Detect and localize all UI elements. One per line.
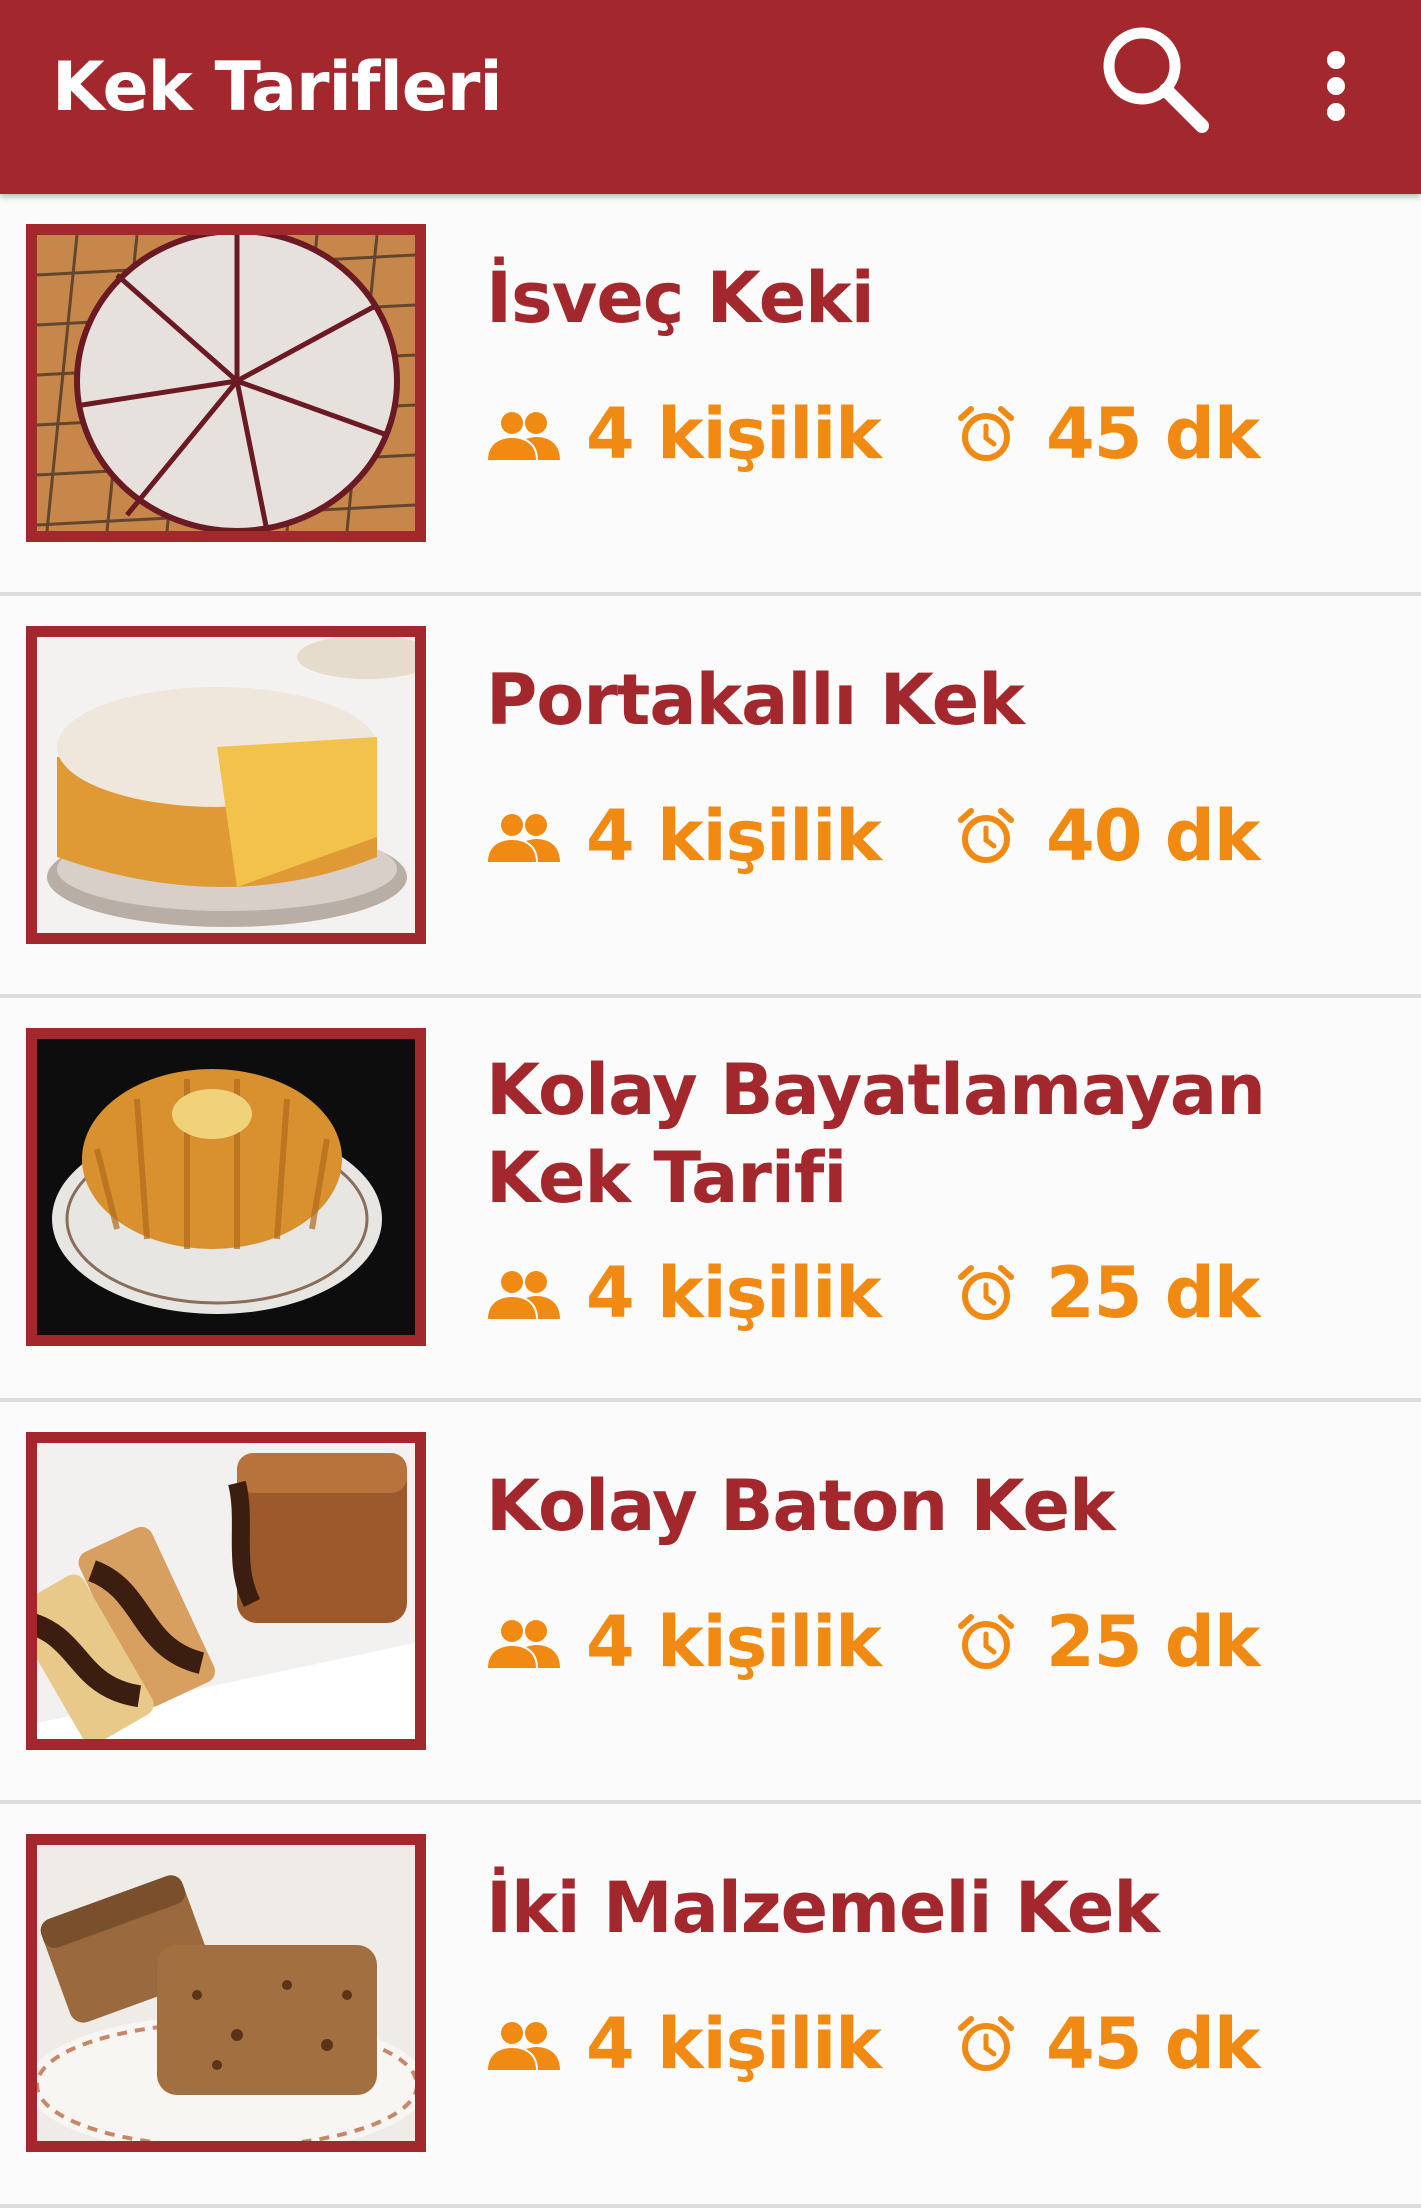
more-vert-icon	[1327, 51, 1345, 121]
recipe-thumbnail	[26, 626, 426, 944]
duration-label: 25 dk	[1046, 1601, 1260, 1683]
recipe-meta: 4 kişilik 45 dk	[486, 384, 1366, 484]
recipe-thumbnail	[26, 1028, 426, 1346]
recipe-title: İki Malzemeli Kek	[486, 1867, 1160, 1949]
people-icon	[488, 1620, 560, 1668]
recipe-row[interactable]: İki Malzemeli Kek 4 kişilik 45 dk	[0, 1804, 1421, 2208]
duration-label: 45 dk	[1046, 2003, 1260, 2085]
recipe-meta: 4 kişilik 25 dk	[486, 1243, 1366, 1343]
recipe-title: İsveç Keki	[486, 257, 875, 339]
recipe-thumbnail	[26, 1834, 426, 2152]
alarm-clock-icon	[958, 406, 1014, 461]
recipe-meta: 4 kişilik 25 dk	[486, 1592, 1366, 1692]
recipe-thumbnail	[26, 1432, 426, 1750]
recipe-title: Kolay Baton Kek	[486, 1465, 1116, 1547]
search-button[interactable]	[1090, 18, 1220, 148]
alarm-clock-icon	[958, 808, 1014, 863]
recipe-row[interactable]: Portakallı Kek 4 kişilik 40 dk	[0, 596, 1421, 998]
servings-label: 4 kişilik	[586, 1252, 882, 1334]
duration-label: 25 dk	[1046, 1252, 1260, 1334]
app-title: Kek Tarifleri	[52, 48, 503, 127]
alarm-clock-icon	[958, 1265, 1014, 1320]
people-icon	[488, 412, 560, 460]
recipe-row[interactable]: Kolay Baton Kek 4 kişilik 25 dk	[0, 1402, 1421, 1804]
alarm-clock-icon	[958, 1614, 1014, 1669]
recipe-meta: 4 kişilik 45 dk	[486, 1994, 1366, 2094]
people-icon	[488, 2022, 560, 2070]
recipe-list: İsveç Keki 4 kişilik 45 dk Portakallı Ke…	[0, 194, 1421, 2208]
recipe-row[interactable]: İsveç Keki 4 kişilik 45 dk	[0, 194, 1421, 596]
recipe-row[interactable]: Kolay Bayatlamayan Kek Tarifi 4 kişilik …	[0, 998, 1421, 1402]
people-icon	[488, 1271, 560, 1319]
servings-label: 4 kişilik	[586, 795, 882, 877]
more-options-button[interactable]	[1306, 38, 1366, 138]
people-icon	[488, 814, 560, 862]
search-icon	[1103, 27, 1209, 133]
alarm-clock-icon	[958, 2016, 1014, 2071]
recipe-meta: 4 kişilik 40 dk	[486, 786, 1366, 886]
duration-label: 45 dk	[1046, 393, 1260, 475]
servings-label: 4 kişilik	[586, 2003, 882, 2085]
app-bar: Kek Tarifleri	[0, 0, 1421, 194]
servings-label: 4 kişilik	[586, 1601, 882, 1683]
servings-label: 4 kişilik	[586, 393, 882, 475]
recipe-title: Kolay Bayatlamayan Kek Tarifi	[486, 1049, 1266, 1219]
recipe-thumbnail	[26, 224, 426, 542]
duration-label: 40 dk	[1046, 795, 1260, 877]
recipe-title: Portakallı Kek	[486, 659, 1025, 741]
